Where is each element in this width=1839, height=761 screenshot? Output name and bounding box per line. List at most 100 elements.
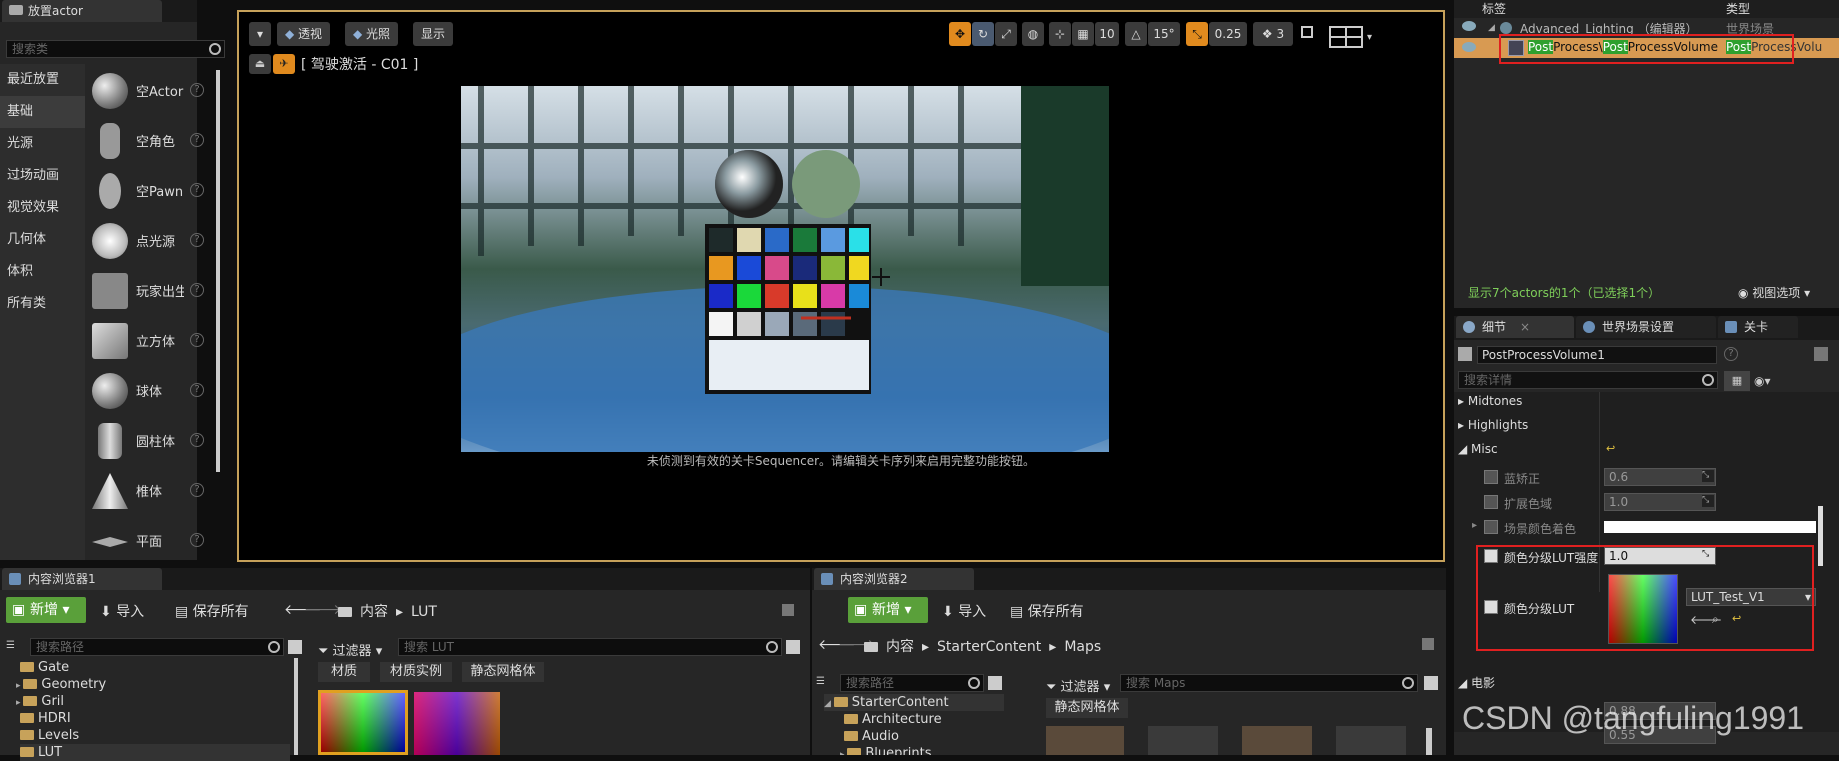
category-geometry[interactable]: 几何体 bbox=[0, 224, 85, 256]
rotation-snap-icon[interactable]: △ bbox=[1125, 22, 1147, 46]
actor-item-empty-character[interactable]: 空角色? bbox=[90, 115, 212, 165]
sources-toggle-icon[interactable]: ☰ bbox=[6, 640, 15, 651]
filter-chip-static-mesh[interactable]: 静态网格体 bbox=[462, 662, 544, 682]
category-lights[interactable]: 光源 bbox=[0, 128, 85, 160]
cb1-import-button[interactable]: ⬇ 导入 bbox=[100, 601, 144, 621]
actor-item-empty-actor[interactable]: 空Actor? bbox=[90, 65, 212, 115]
section-midtones[interactable]: ▸ Midtones bbox=[1458, 394, 1522, 408]
view-options-icon[interactable] bbox=[988, 676, 1002, 690]
cb1-save-all-button[interactable]: ▤ 保存所有 bbox=[175, 601, 249, 621]
save-search-icon[interactable] bbox=[1424, 676, 1438, 690]
cb1-filters-button[interactable]: ⏷ 过滤器 ▾ bbox=[318, 640, 382, 659]
place-actor-search[interactable]: 搜索类 bbox=[6, 40, 225, 58]
cb2-search-paths[interactable]: 搜索路径 bbox=[840, 674, 984, 692]
rotation-snap-value[interactable]: 15° bbox=[1148, 22, 1180, 46]
details-scrollbar[interactable] bbox=[1818, 506, 1823, 566]
layout-dropdown-icon[interactable]: ▾ bbox=[1367, 32, 1372, 43]
help-icon[interactable]: ? bbox=[190, 333, 204, 347]
folder-blueprints[interactable]: ▸ Blueprints bbox=[840, 745, 931, 755]
category-all-classes[interactable]: 所有类 bbox=[0, 288, 85, 320]
perspective-button[interactable]: ◆ 透视 bbox=[277, 22, 331, 46]
search-icon[interactable] bbox=[766, 641, 778, 653]
asset-thumbnail-map-2[interactable] bbox=[1148, 726, 1218, 755]
expand-gamut-field[interactable]: 1.0 bbox=[1604, 493, 1716, 511]
tab-levels[interactable]: 关卡 bbox=[1718, 316, 1798, 338]
cb1-search-paths[interactable]: 搜索路径 bbox=[30, 638, 284, 656]
cb2-import-button[interactable]: ⬇ 导入 bbox=[942, 601, 986, 621]
asset-thumbnail-map-4[interactable] bbox=[1336, 726, 1406, 755]
expand-gamut-checkbox[interactable] bbox=[1484, 495, 1498, 509]
asset-thumbnail-lut-selected[interactable] bbox=[318, 690, 408, 755]
category-basic[interactable]: 基础 bbox=[0, 96, 85, 128]
tab-details[interactable]: 细节 × bbox=[1456, 316, 1574, 338]
lock-icon[interactable] bbox=[782, 604, 794, 616]
cb2-search-assets[interactable]: 搜索 Maps bbox=[1120, 674, 1418, 692]
outliner-col-label[interactable]: 标签 bbox=[1482, 0, 1506, 17]
eject-icon[interactable]: ⏏ bbox=[249, 54, 271, 74]
filter-chip-material-instance[interactable]: 材质实例 bbox=[380, 662, 452, 682]
reset-icon[interactable]: ↩ bbox=[1606, 442, 1615, 455]
show-button[interactable]: 显示 bbox=[413, 22, 454, 46]
eye-icon[interactable] bbox=[1462, 42, 1476, 52]
cb1-search-assets[interactable]: 搜索 LUT bbox=[398, 638, 782, 656]
visibility-icon[interactable]: ◉▾ bbox=[1754, 371, 1784, 391]
tab-world-settings[interactable]: 世界场景设置 bbox=[1576, 316, 1716, 338]
view-options-button[interactable]: ◉ 视图选项 ▾ bbox=[1738, 284, 1810, 301]
cb2-save-all-button[interactable]: ▤ 保存所有 bbox=[1010, 601, 1084, 621]
forward-icon[interactable]: 🡒 bbox=[304, 601, 342, 618]
grid-snap-icon[interactable]: ▦ bbox=[1072, 22, 1094, 46]
actor-name-field[interactable]: PostProcessVolume1 bbox=[1477, 346, 1717, 364]
scene-tint-checkbox[interactable] bbox=[1484, 520, 1498, 534]
help-icon[interactable]: ? bbox=[190, 483, 204, 497]
actor-item-cube[interactable]: 立方体? bbox=[90, 315, 212, 365]
scale-icon[interactable]: ⤢ bbox=[995, 22, 1017, 46]
cb2-path-root[interactable]: 内容 bbox=[886, 639, 914, 655]
lock-icon[interactable] bbox=[1814, 347, 1828, 361]
help-icon[interactable]: ? bbox=[190, 533, 204, 547]
folder-levels[interactable]: Levels bbox=[20, 727, 79, 744]
eye-icon[interactable] bbox=[1462, 21, 1476, 31]
world-space-icon[interactable]: ◍ bbox=[1022, 22, 1044, 46]
maximize-icon[interactable] bbox=[1301, 26, 1313, 38]
cb2-asset-scrollbar[interactable] bbox=[1426, 728, 1432, 755]
help-icon[interactable]: ? bbox=[190, 133, 204, 147]
actor-item-cylinder[interactable]: 圆柱体? bbox=[90, 415, 212, 465]
viewport-options-button[interactable]: ▾ bbox=[249, 22, 271, 46]
tab-content-browser-2[interactable]: 内容浏览器2 bbox=[814, 568, 974, 590]
slider-handle-icon[interactable]: ⤡ bbox=[1702, 470, 1714, 482]
help-icon[interactable]: ? bbox=[190, 233, 204, 247]
filter-chip-static-mesh[interactable]: 静态网格体 bbox=[1046, 698, 1128, 718]
category-volumes[interactable]: 体积 bbox=[0, 256, 85, 288]
search-icon[interactable] bbox=[209, 43, 221, 55]
search-icon[interactable] bbox=[1702, 374, 1714, 386]
grid-view-icon[interactable]: ▦ bbox=[1724, 371, 1750, 391]
search-icon[interactable] bbox=[1402, 677, 1414, 689]
section-highlights[interactable]: ▸ Highlights bbox=[1458, 418, 1528, 432]
scene-tint-color-swatch[interactable] bbox=[1604, 521, 1816, 533]
actor-item-cone[interactable]: 椎体? bbox=[90, 465, 212, 515]
lit-button[interactable]: ◆ 光照 bbox=[345, 22, 399, 46]
folder-architecture[interactable]: Architecture bbox=[844, 711, 942, 728]
search-icon[interactable] bbox=[268, 641, 280, 653]
folder-starter-content[interactable]: ◢ StarterContent bbox=[824, 694, 1004, 711]
cb1-path-leaf[interactable]: LUT bbox=[411, 604, 437, 620]
cb2-add-new-button[interactable]: ▣ 新增 ▾ bbox=[848, 597, 928, 623]
actor-item-empty-pawn[interactable]: 空Pawn? bbox=[90, 165, 212, 215]
help-icon[interactable]: ? bbox=[190, 283, 204, 297]
cb2-path-mid[interactable]: StarterContent bbox=[937, 639, 1041, 655]
category-cinematic[interactable]: 过场动画 bbox=[0, 160, 85, 192]
blue-correction-field[interactable]: 0.6 bbox=[1604, 468, 1716, 486]
camera-speed-button[interactable]: ❖ 3 bbox=[1253, 22, 1293, 46]
rotate-icon[interactable]: ↻ bbox=[972, 22, 994, 46]
asset-thumbnail-lut[interactable] bbox=[414, 692, 500, 755]
cb2-filters-button[interactable]: ⏷ 过滤器 ▾ bbox=[1046, 676, 1110, 695]
asset-thumbnail-map-1[interactable] bbox=[1046, 726, 1124, 755]
view-options-icon[interactable] bbox=[288, 640, 302, 654]
actor-item-point-light[interactable]: 点光源? bbox=[90, 215, 212, 265]
folder-gate[interactable]: Gate bbox=[20, 659, 69, 676]
slider-handle-icon[interactable]: ⤡ bbox=[1702, 495, 1714, 507]
scale-snap-icon[interactable]: ⤡ bbox=[1186, 22, 1208, 46]
category-visual-effects[interactable]: 视觉效果 bbox=[0, 192, 85, 224]
close-icon[interactable]: × bbox=[1520, 320, 1530, 334]
expand-icon[interactable]: ◢ bbox=[1488, 23, 1495, 33]
